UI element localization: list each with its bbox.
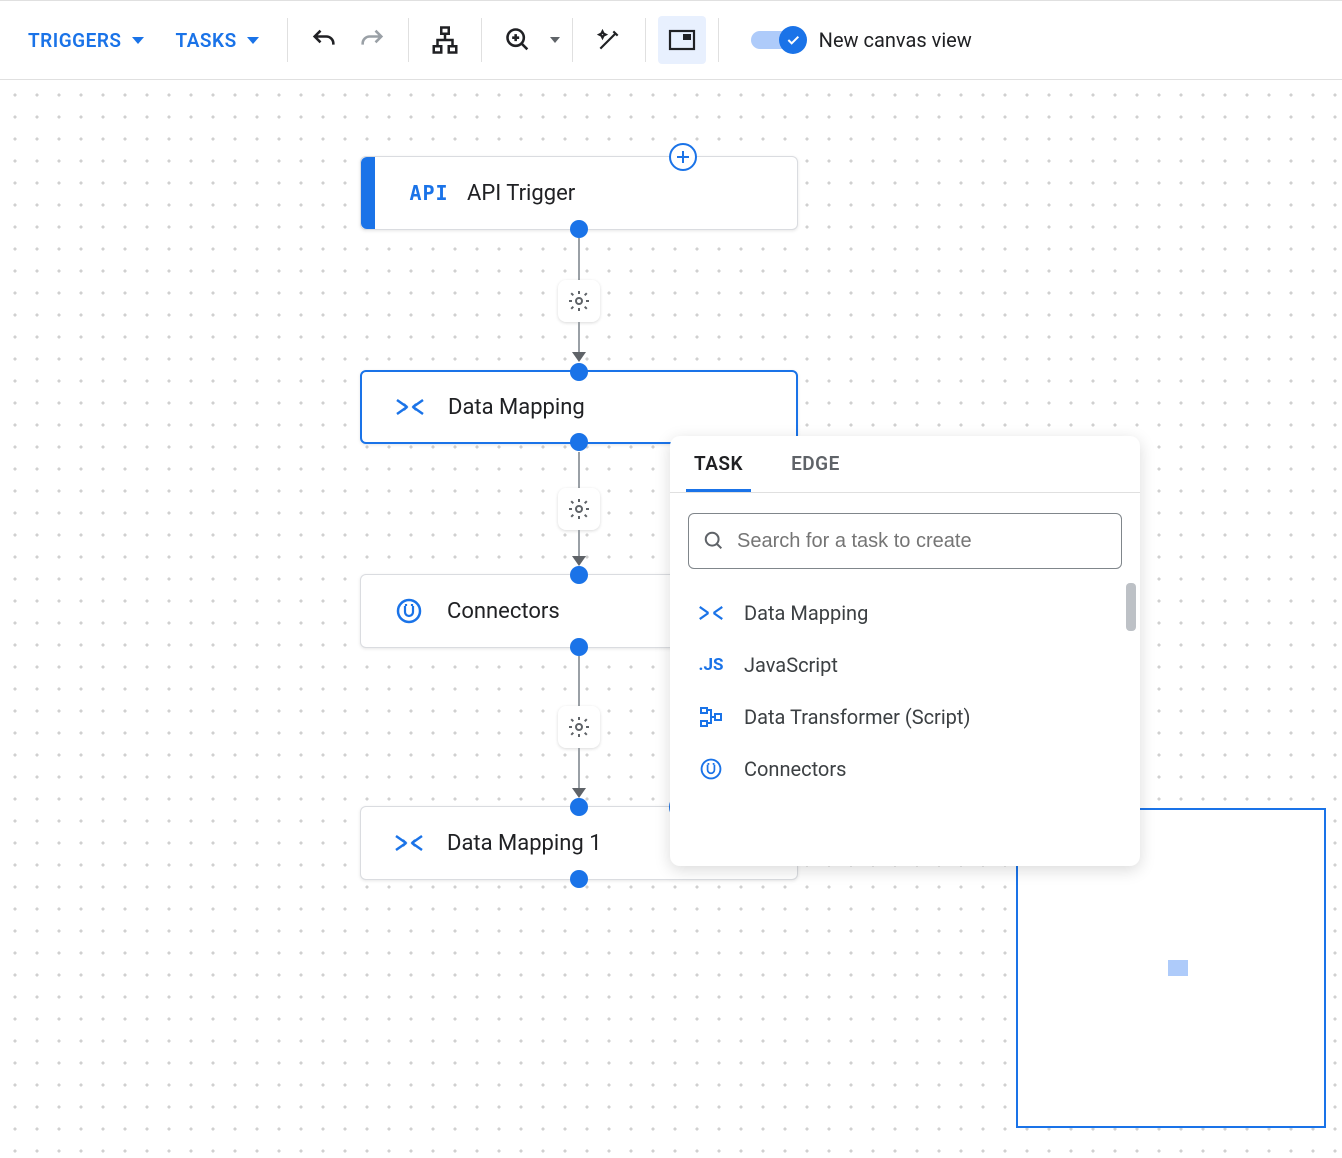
gear-icon xyxy=(567,289,591,313)
zoom-icon xyxy=(504,26,532,54)
switch[interactable] xyxy=(747,26,807,54)
edge-config-button[interactable] xyxy=(558,706,600,748)
task-item-label: Connectors xyxy=(744,757,846,781)
tasks-label: TASKS xyxy=(176,29,237,52)
edge xyxy=(578,656,580,706)
mapping-icon xyxy=(392,396,428,418)
node-api-trigger[interactable]: API API Trigger xyxy=(360,156,798,230)
undo-icon xyxy=(310,26,338,54)
plus-icon xyxy=(675,149,691,165)
task-item-data-mapping[interactable]: Data Mapping xyxy=(688,587,1132,639)
transformer-icon xyxy=(696,706,726,728)
undo-button[interactable] xyxy=(300,16,348,64)
divider xyxy=(718,18,719,62)
output-port[interactable] xyxy=(570,638,588,656)
node-label: Connectors xyxy=(447,599,560,624)
mapping-icon xyxy=(696,603,726,623)
task-picker-panel: TASK EDGE Data Mapping .JS JavaScript xyxy=(670,436,1140,866)
panel-tabs: TASK EDGE xyxy=(670,436,1140,493)
arrow-down-icon xyxy=(572,788,586,798)
node-label: API Trigger xyxy=(467,181,575,206)
minimap-content-icon xyxy=(1168,960,1188,976)
tab-edge[interactable]: EDGE xyxy=(783,436,848,492)
tasks-dropdown[interactable]: TASKS xyxy=(160,21,275,60)
output-port[interactable] xyxy=(570,433,588,451)
toolbar: TRIGGERS TASKS xyxy=(0,0,1342,80)
connector-icon xyxy=(696,757,726,781)
edge-config-button[interactable] xyxy=(558,280,600,322)
task-item-label: JavaScript xyxy=(744,653,838,677)
zoom-button[interactable] xyxy=(494,16,542,64)
tab-task[interactable]: TASK xyxy=(686,436,751,492)
connector-icon xyxy=(391,597,427,625)
check-icon xyxy=(785,32,801,48)
canvas-view-toggle[interactable]: New canvas view xyxy=(747,26,972,54)
task-item-label: Data Mapping xyxy=(744,601,868,625)
arrow-down-icon xyxy=(572,352,586,362)
hierarchy-icon xyxy=(430,25,460,55)
js-icon: .JS xyxy=(696,655,726,675)
task-list[interactable]: Data Mapping .JS JavaScript Data Transfo… xyxy=(670,577,1140,866)
gear-icon xyxy=(567,715,591,739)
arrow-down-icon xyxy=(572,556,586,566)
minimap-toggle-button[interactable] xyxy=(658,16,706,64)
node-label: Data Mapping 1 xyxy=(447,831,602,856)
output-port[interactable] xyxy=(570,870,588,888)
scrollbar-thumb[interactable] xyxy=(1126,583,1136,631)
triggers-label: TRIGGERS xyxy=(28,29,122,52)
input-port[interactable] xyxy=(570,566,588,584)
divider xyxy=(408,18,409,62)
output-port[interactable] xyxy=(570,220,588,238)
search-field[interactable] xyxy=(688,513,1122,569)
trigger-indicator xyxy=(361,157,375,229)
triggers-dropdown[interactable]: TRIGGERS xyxy=(12,21,160,60)
minimap-icon xyxy=(668,29,696,51)
edge xyxy=(578,238,580,280)
chevron-down-icon xyxy=(550,37,560,43)
edge xyxy=(578,748,580,788)
node-data-mapping[interactable]: Data Mapping xyxy=(360,370,798,444)
node-label: Data Mapping xyxy=(448,395,585,420)
edge-config-button[interactable] xyxy=(558,488,600,530)
add-node-button[interactable] xyxy=(669,143,697,171)
search-icon xyxy=(703,530,725,552)
edge xyxy=(578,530,580,556)
magic-button[interactable] xyxy=(585,16,633,64)
edge xyxy=(578,452,580,488)
zoom-dropdown[interactable] xyxy=(494,16,560,64)
api-icon: API xyxy=(411,181,447,205)
task-item-javascript[interactable]: .JS JavaScript xyxy=(688,639,1132,691)
switch-knob xyxy=(779,26,807,54)
redo-icon xyxy=(358,26,386,54)
task-item-connectors[interactable]: Connectors xyxy=(688,743,1132,795)
gear-icon xyxy=(567,497,591,521)
divider xyxy=(572,18,573,62)
chevron-down-icon xyxy=(247,37,259,44)
magic-wand-icon xyxy=(596,27,622,53)
mapping-icon xyxy=(391,832,427,854)
input-port[interactable] xyxy=(570,798,588,816)
input-port[interactable] xyxy=(570,363,588,381)
redo-button[interactable] xyxy=(348,16,396,64)
divider xyxy=(287,18,288,62)
task-item-label: Data Transformer (Script) xyxy=(744,705,970,729)
toggle-label: New canvas view xyxy=(819,28,972,52)
search-input[interactable] xyxy=(737,530,1107,553)
divider xyxy=(481,18,482,62)
auto-layout-button[interactable] xyxy=(421,16,469,64)
chevron-down-icon xyxy=(132,37,144,44)
edge xyxy=(578,322,580,352)
divider xyxy=(645,18,646,62)
canvas[interactable]: API API Trigger Data Mapping xyxy=(0,80,1342,1158)
task-item-data-transformer[interactable]: Data Transformer (Script) xyxy=(688,691,1132,743)
